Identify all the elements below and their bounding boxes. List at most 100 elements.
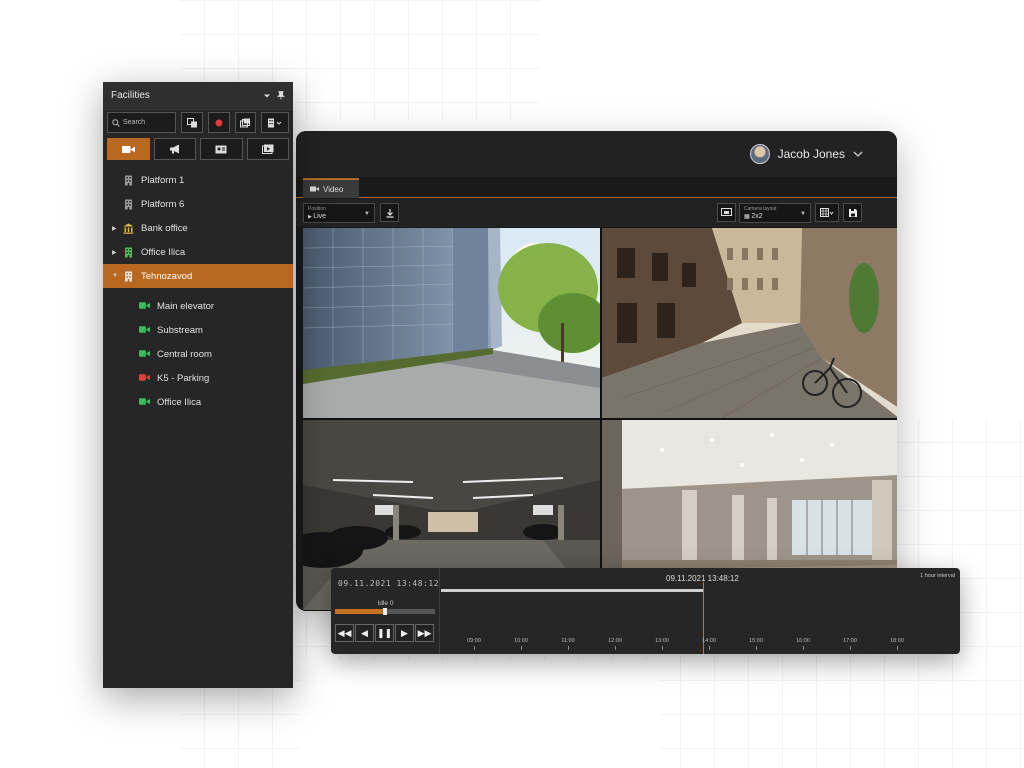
hour-tick-label: 17:00 [832,638,868,650]
speed-slider-handle[interactable] [383,608,387,615]
hour-tick-label: 09:00 [456,638,492,650]
save-layout-button[interactable] [843,203,862,222]
save-icon [848,208,857,217]
tree-item-label: K5 - Parking [157,372,210,384]
tree-item-label: Main elevator [157,300,215,312]
fullscreen-button[interactable] [717,203,736,222]
facility-tree: Platform 1 Platform 6 ▶ Bank office ▶ Of… [103,168,293,414]
hour-tick-label: 11:00 [550,638,586,650]
layers-button[interactable] [234,112,257,133]
expand-arrow-icon[interactable]: ▶ [112,225,117,232]
office-street-image [303,228,600,418]
layout-label: Camera layout [744,206,777,212]
layout-value: 2x2 [751,213,763,220]
tree-item-office-ilica-camera[interactable]: Office Ilica [103,390,293,414]
camera-icon [139,301,150,312]
step-back-button[interactable]: ◀ [355,624,374,642]
user-name: Jacob Jones [777,147,845,161]
fast-forward-button[interactable]: ▶▶ [415,624,434,642]
old-town-street-image [602,228,897,418]
building-filter-button[interactable] [261,112,289,133]
category-playback[interactable] [246,138,289,160]
timeline-panel: 09.11.2021 13:48:12 Idle 0 ◀◀ ◀ ❚❚ ▶ ▶▶ … [331,568,960,654]
category-cameras[interactable] [107,138,150,160]
tree-item-office-ilica[interactable]: ▶ Office Ilica [103,240,293,264]
hour-ticks: 09:00 10:00 11:00 12:00 13:00 14:00 15:00 16:00… [441,638,960,652]
copy-icon [186,117,197,127]
facilities-panel: Facilities Search Platform 1 Platform 6 … [103,82,293,688]
tree-item-central-room[interactable]: Central room [103,342,293,366]
play-backward-icon: ◀ [361,627,368,638]
search-input[interactable]: Search [107,112,177,133]
camera-feed-1[interactable] [303,228,600,418]
tree-item-k5-parking[interactable]: K5 - Parking [103,366,293,390]
tree-item-label: Central room [157,348,212,360]
camera-grid [303,228,897,611]
recorded-track[interactable] [441,589,703,592]
tree-item-platform-6[interactable]: Platform 6 [103,192,293,216]
fast-rewind-button[interactable]: ◀◀ [335,624,354,642]
hour-tick-label: 18:00 [879,638,915,650]
record-icon [215,119,223,126]
chevron-down-icon [853,151,863,157]
pause-button[interactable]: ❚❚ [375,624,394,642]
tree-item-label: Tehnozavod [141,270,193,282]
camera-icon [139,325,150,336]
facilities-header: Facilities [103,82,293,110]
caret-down-icon: ▼ [364,211,370,217]
video-window: Jacob Jones Video Position ▶ Live ▼ Came… [296,131,897,611]
expand-arrow-icon[interactable]: ▶ [112,249,117,256]
pause-icon: ❚❚ [376,627,393,638]
position-label: Position [308,206,326,212]
building-icon [123,199,134,210]
record-button[interactable] [207,112,230,133]
building-icon [268,118,282,127]
hour-tick-label: 16:00 [785,638,821,650]
camera-icon [139,397,150,408]
camera-layout-dropdown[interactable]: Camera layout ▦ 2x2 ▼ [739,203,811,223]
hour-tick-label: 15:00 [738,638,774,650]
current-time: 09.11.2021 13:48:12 [338,579,440,588]
play-button[interactable]: ▶ [395,624,414,642]
tree-item-substream[interactable]: Substream [103,318,293,342]
speed-slider-fill [335,609,385,614]
speed-slider[interactable] [335,608,435,615]
add-group-button[interactable] [181,112,203,133]
caret-down-icon[interactable] [263,92,271,100]
hour-tick-label: 12:00 [597,638,633,650]
hour-tick-label: 10:00 [503,638,539,650]
position-dropdown[interactable]: Position ▶ Live ▼ [303,203,375,223]
tree-item-platform-1[interactable]: Platform 1 [103,168,293,192]
category-access-cards[interactable] [200,138,243,160]
facilities-title: Facilities [111,90,150,101]
grid-layout-button[interactable] [815,203,839,222]
camera-alarm-icon [139,373,150,384]
pin-icon[interactable] [277,91,285,100]
camera-feed-2[interactable] [602,228,897,418]
layers-icon [239,118,250,127]
collapse-arrow-icon[interactable]: ▼ [112,273,118,279]
timeline-track-area[interactable]: 09.11.2021 13:48:12 1 hour interval 09:0… [441,568,960,654]
fast-forward-icon: ▶▶ [417,627,432,638]
category-alarms[interactable] [153,138,196,160]
tree-item-main-elevator[interactable]: Main elevator [103,294,293,318]
bank-icon [123,223,134,234]
idle-label: Idle 0 [377,600,394,607]
tree-item-label: Office Ilica [141,246,186,258]
camera-icon [310,186,319,192]
tree-item-label: Platform 6 [141,198,185,210]
camera-icon [121,145,135,153]
megaphone-icon [169,144,179,154]
tree-item-bank-office[interactable]: ▶ Bank office [103,216,293,240]
hour-tick-label: 14:00 [691,638,727,650]
tree-item-tehnozavod[interactable]: ▼ Tehnozavod [103,264,293,288]
download-button[interactable] [380,203,399,222]
building-icon [123,247,134,258]
user-menu[interactable]: Jacob Jones [749,144,863,164]
tab-video[interactable]: Video [303,178,359,198]
facilities-tools: Search [107,112,289,134]
search-placeholder: Search [123,119,146,126]
video-toolbar: Position ▶ Live ▼ Camera layout ▦ 2x2 ▼ [296,199,897,227]
top-bar: Jacob Jones [296,131,897,177]
tree-item-label: Office Ilica [157,396,202,408]
